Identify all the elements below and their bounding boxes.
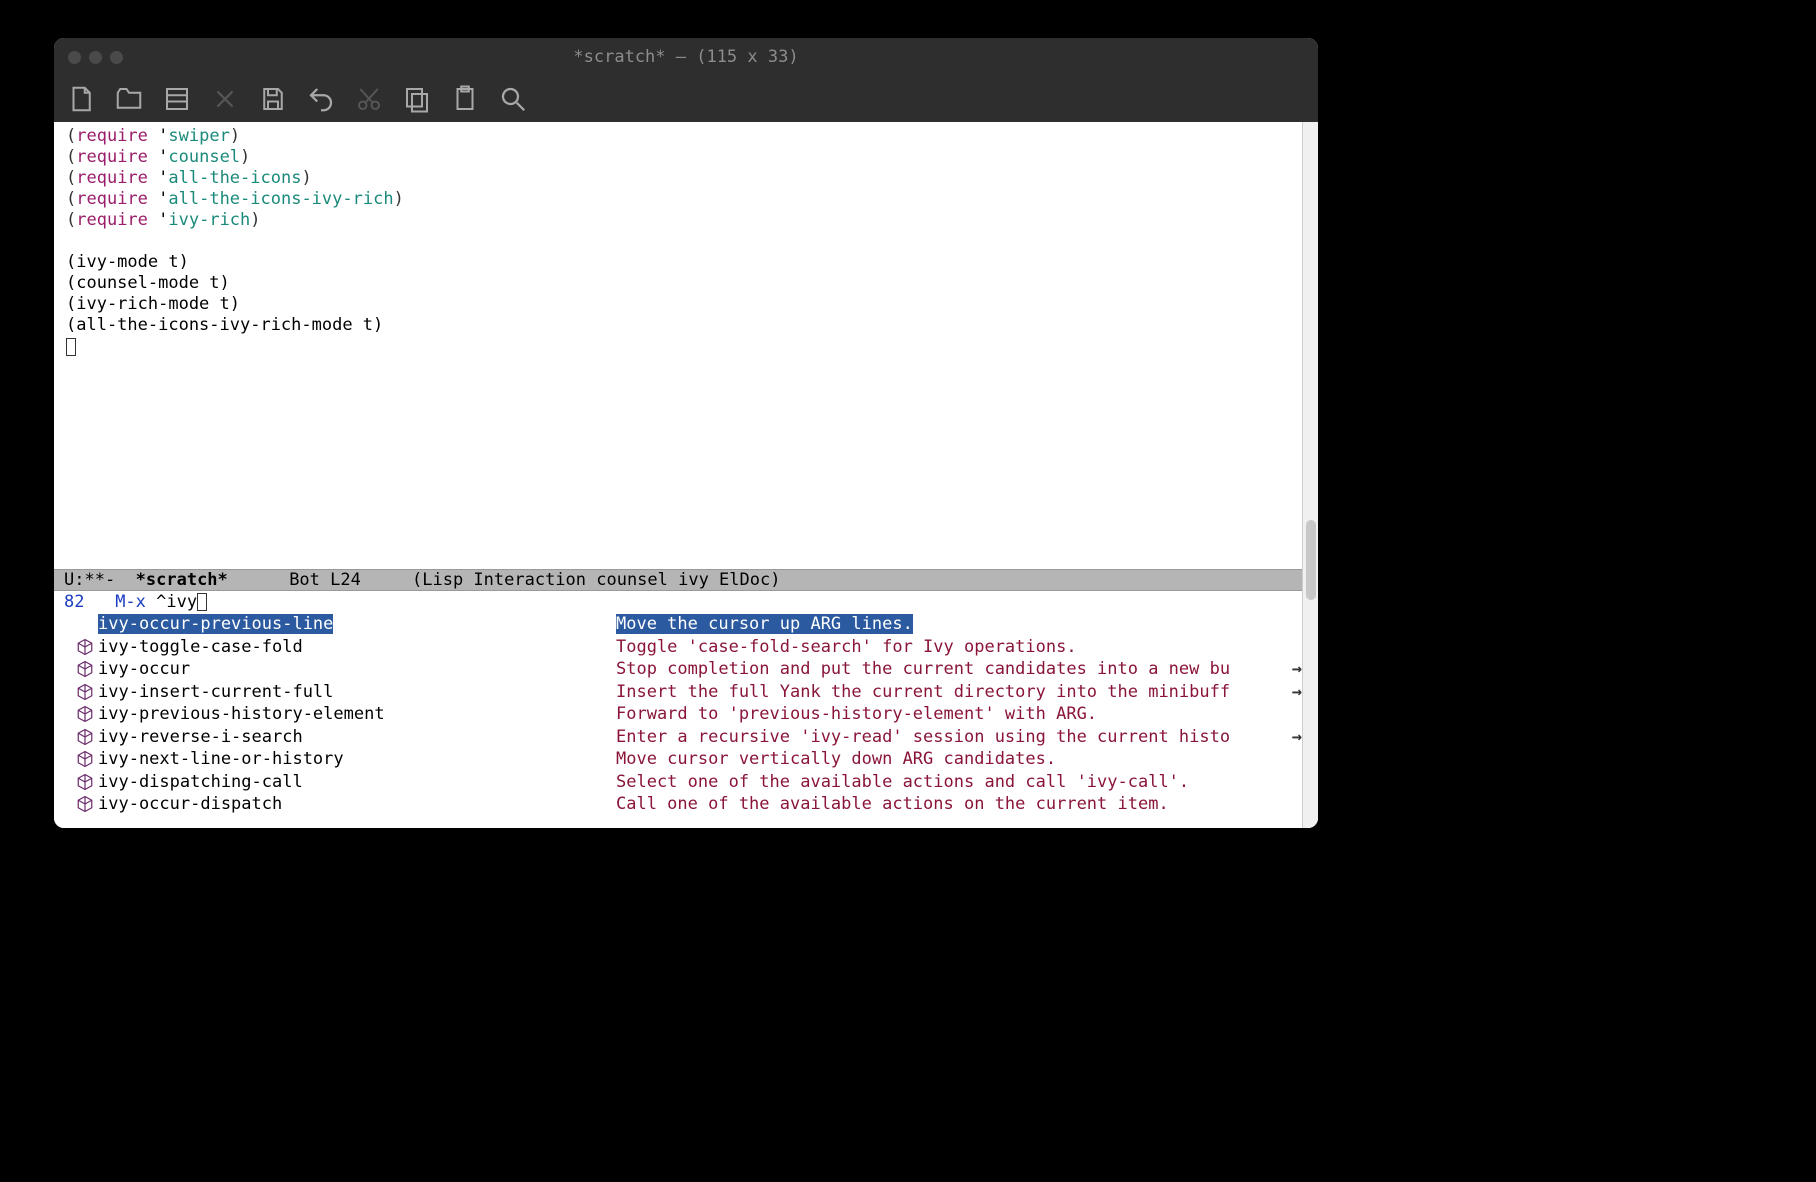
emacs-window: *scratch* — (115 x 33) (54, 38, 1318, 828)
candidate-name: ivy-previous-history-element (98, 704, 616, 724)
candidate-row[interactable]: ivy-dispatching-callSelect one of the av… (54, 771, 1318, 794)
candidate-name: ivy-occur (98, 659, 616, 679)
candidate-row[interactable]: ivy-insert-current-fullInsert the full Y… (54, 681, 1318, 704)
minimize-window-button[interactable] (89, 51, 102, 64)
candidate-desc: Stop completion and put the current cand… (616, 659, 1230, 679)
open-folder-icon[interactable] (112, 82, 146, 116)
candidate-name: ivy-occur-dispatch (98, 794, 616, 814)
point-cursor (66, 338, 76, 356)
candidate-desc: Move cursor vertically down ARG candidat… (616, 749, 1056, 769)
candidate-desc: Move the cursor up ARG lines. (616, 614, 913, 634)
overflow-arrow-icon: → (1292, 682, 1302, 702)
cube-icon (76, 795, 94, 813)
candidate-desc: Call one of the available actions on the… (616, 794, 1169, 814)
cube-icon (76, 638, 94, 656)
cut-icon[interactable] (352, 82, 386, 116)
candidate-name: ivy-toggle-case-fold (98, 637, 616, 657)
candidate-desc: Toggle 'case-fold-search' for Ivy operat… (616, 637, 1077, 657)
paste-icon[interactable] (448, 82, 482, 116)
minibuffer-cursor (197, 593, 207, 611)
cube-icon (76, 660, 94, 678)
zoom-window-button[interactable] (110, 51, 123, 64)
buffer-area[interactable]: (require 'swiper) (require 'counsel) (re… (54, 122, 1318, 569)
cube-icon (76, 705, 94, 723)
dired-icon[interactable] (160, 82, 194, 116)
minibuffer[interactable]: 82 M-x ^ivy (54, 591, 1318, 613)
copy-icon[interactable] (400, 82, 434, 116)
candidate-name: ivy-insert-current-full (98, 682, 616, 702)
scrollbar-thumb[interactable] (1306, 520, 1316, 600)
toolbar (54, 76, 1318, 122)
candidate-name: ivy-occur-previous-line (98, 614, 616, 634)
modeline[interactable]: U:**- *scratch* Bot L24 (Lisp Interactio… (54, 569, 1318, 591)
kill-buffer-icon[interactable] (208, 82, 242, 116)
cube-icon (76, 728, 94, 746)
cube-icon (76, 750, 94, 768)
close-window-button[interactable] (68, 51, 81, 64)
candidate-row[interactable]: ivy-occur-dispatchCall one of the availa… (54, 793, 1318, 816)
search-icon[interactable] (496, 82, 530, 116)
candidate-name: ivy-dispatching-call (98, 772, 616, 792)
new-file-icon[interactable] (64, 82, 98, 116)
scrollbar[interactable] (1302, 122, 1318, 828)
cube-icon (76, 683, 94, 701)
candidate-desc: Enter a recursive 'ivy-read' session usi… (616, 727, 1230, 747)
candidate-row[interactable]: ivy-occur-previous-lineMove the cursor u… (54, 613, 1318, 636)
traffic-lights (68, 51, 123, 64)
overflow-arrow-icon: → (1292, 659, 1302, 679)
candidate-desc: Forward to 'previous-history-element' wi… (616, 704, 1097, 724)
candidate-row[interactable]: ivy-next-line-or-historyMove cursor vert… (54, 748, 1318, 771)
candidate-row[interactable]: ivy-reverse-i-searchEnter a recursive 'i… (54, 726, 1318, 749)
cube-icon (76, 615, 94, 633)
window-title: *scratch* — (115 x 33) (54, 47, 1318, 67)
overflow-arrow-icon: → (1292, 727, 1302, 747)
cube-icon (76, 773, 94, 791)
candidate-desc: Insert the full Yank the current directo… (616, 682, 1230, 702)
save-icon[interactable] (256, 82, 290, 116)
candidate-name: ivy-next-line-or-history (98, 749, 616, 769)
ivy-candidates: ivy-occur-previous-lineMove the cursor u… (54, 613, 1318, 828)
candidate-row[interactable]: ivy-toggle-case-foldToggle 'case-fold-se… (54, 636, 1318, 659)
candidate-desc: Select one of the available actions and … (616, 772, 1189, 792)
candidate-row[interactable]: ivy-previous-history-elementForward to '… (54, 703, 1318, 726)
undo-icon[interactable] (304, 82, 338, 116)
candidate-name: ivy-reverse-i-search (98, 727, 616, 747)
titlebar: *scratch* — (115 x 33) (54, 38, 1318, 76)
candidate-row[interactable]: ivy-occurStop completion and put the cur… (54, 658, 1318, 681)
